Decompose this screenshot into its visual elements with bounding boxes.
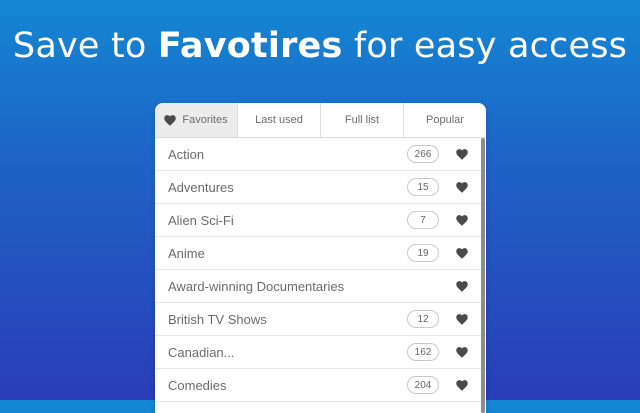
tab-last-used-label: Last used xyxy=(255,114,303,126)
list-item-label: Action xyxy=(168,146,205,162)
headline-bold: Favotires xyxy=(157,26,343,66)
count-badge xyxy=(409,278,439,294)
list-item-label: Adventures xyxy=(168,179,234,195)
list-item-label: British TV Shows xyxy=(168,311,267,327)
list-item[interactable]: Alien Sci-Fi 7 xyxy=(155,204,486,237)
list-item[interactable]: Action 266 xyxy=(155,138,486,171)
tab-full-list[interactable]: Full list xyxy=(321,103,404,137)
list-item[interactable]: British TV Shows 12 xyxy=(155,303,486,336)
favorites-panel: Favorites Last used Full list Popular Ac… xyxy=(155,103,486,413)
heart-icon[interactable] xyxy=(456,247,468,259)
list-item-label: Anime xyxy=(168,245,205,261)
tab-favorites-label: Favorites xyxy=(182,114,228,126)
list-item-label: Canadian... xyxy=(168,344,235,360)
list-item[interactable]: Comedies 204 xyxy=(155,369,486,402)
tab-bar: Favorites Last used Full list Popular xyxy=(155,103,486,138)
heart-icon xyxy=(164,114,177,126)
count-badge: 266 xyxy=(407,145,439,163)
list-item[interactable]: Canadian... 162 xyxy=(155,336,486,369)
count-badge: 19 xyxy=(407,244,439,262)
count-badge: 7 xyxy=(407,211,439,229)
headline: Save to Favotires for easy access xyxy=(0,26,640,66)
list-item[interactable]: Adventures 15 xyxy=(155,171,486,204)
heart-icon[interactable] xyxy=(456,379,468,391)
list-item-label: Comedies xyxy=(168,377,227,393)
tab-popular-label: Popular xyxy=(426,114,464,126)
tab-favorites[interactable]: Favorites xyxy=(155,103,238,137)
count-badge: 15 xyxy=(407,178,439,196)
heart-icon[interactable] xyxy=(456,148,468,160)
tab-popular[interactable]: Popular xyxy=(404,103,486,137)
list-item-label: Award-winning Documentaries xyxy=(168,278,345,294)
headline-prefix: Save to xyxy=(12,26,158,66)
category-list: Action 266 Adventures 15 Alien Sci-Fi 7 … xyxy=(155,138,486,402)
count-badge: 162 xyxy=(407,343,439,361)
list-item[interactable]: Anime 19 xyxy=(155,237,486,270)
list-item[interactable]: Award-winning Documentaries xyxy=(155,270,486,303)
scrollbar[interactable] xyxy=(481,138,485,413)
heart-icon[interactable] xyxy=(456,214,468,226)
heart-icon[interactable] xyxy=(456,280,468,292)
heart-icon[interactable] xyxy=(456,346,468,358)
tab-last-used[interactable]: Last used xyxy=(238,103,321,137)
list-item-label: Alien Sci-Fi xyxy=(168,212,234,228)
count-badge: 204 xyxy=(407,376,439,394)
heart-icon[interactable] xyxy=(456,313,468,325)
headline-suffix: for easy access xyxy=(342,26,628,66)
heart-icon[interactable] xyxy=(456,181,468,193)
tab-full-list-label: Full list xyxy=(344,114,380,126)
count-badge: 12 xyxy=(407,310,439,328)
